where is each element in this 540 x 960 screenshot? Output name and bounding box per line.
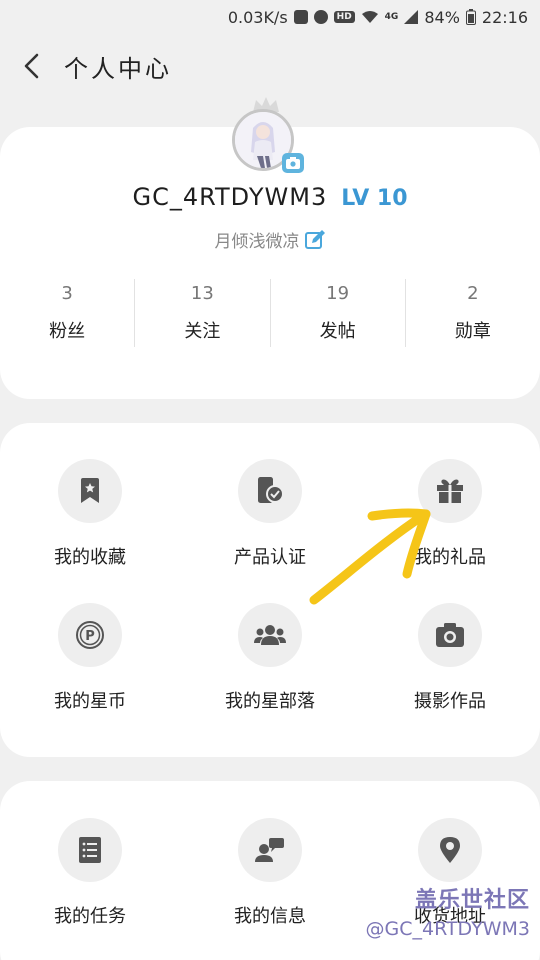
avatar-container[interactable]	[230, 97, 304, 173]
change-avatar-button[interactable]	[282, 153, 304, 173]
chevron-left-icon	[24, 53, 39, 79]
icon-circle	[418, 459, 482, 523]
grid-label: 我的星币	[54, 691, 126, 712]
network-speed: 0.03K/s	[227, 7, 288, 27]
location-pin-icon	[440, 837, 460, 863]
bookmark-icon	[81, 478, 99, 503]
stat-followers[interactable]: 3 粉丝	[0, 279, 136, 347]
stat-medals[interactable]: 2 勋章	[406, 279, 540, 347]
watermark-brand: 盖乐世社区	[414, 888, 530, 913]
grid-label: 我的星部落	[225, 691, 315, 712]
my-star-coins-button[interactable]: P 我的星币	[0, 588, 180, 732]
icon-circle	[418, 818, 482, 882]
grid-label: 我的信息	[234, 906, 306, 927]
grid-label: 我的收藏	[54, 547, 126, 568]
battery-level: 84%	[424, 7, 460, 27]
status-bar: 0.03K/s HD 4G 84% 22:16	[0, 0, 540, 34]
grid-label: 产品认证	[234, 547, 306, 568]
services-grid: 我的收藏 产品认证 我的礼品 P 我的星币 我的星部落 摄影作品	[0, 444, 540, 732]
alarm-icon	[313, 10, 328, 24]
icon-circle	[58, 818, 122, 882]
stat-count: 13	[190, 283, 214, 304]
hd-icon: HD	[333, 11, 355, 23]
data-saver-icon	[293, 10, 308, 24]
my-gifts-button[interactable]: 我的礼品	[360, 444, 540, 588]
icon-circle	[418, 603, 482, 667]
back-button[interactable]	[0, 40, 64, 92]
wifi-icon	[361, 11, 378, 23]
name-row: GC_4RTDYWM3 LV 10	[0, 183, 540, 211]
svg-text:P: P	[85, 629, 95, 644]
icon-circle	[238, 818, 302, 882]
username: GC_4RTDYWM3	[132, 183, 328, 211]
document-icon	[79, 837, 101, 863]
stat-posts[interactable]: 19 发帖	[271, 279, 406, 347]
stat-label: 发帖	[319, 321, 356, 342]
stat-label: 勋章	[454, 321, 491, 342]
battery-icon	[465, 9, 476, 25]
my-star-tribe-button[interactable]: 我的星部落	[180, 588, 360, 732]
watermark-handle: @GC_4RTDYWM3	[365, 918, 530, 940]
signature-text: 月倾浅微凉	[214, 232, 300, 252]
photography-works-button[interactable]: 摄影作品	[360, 588, 540, 732]
group-icon	[254, 625, 286, 645]
signal-icon	[404, 10, 419, 24]
network-type: 4G	[384, 12, 399, 22]
contact-message-icon	[255, 838, 284, 862]
icon-circle	[58, 459, 122, 523]
icon-circle: P	[58, 603, 122, 667]
services-card: 我的收藏 产品认证 我的礼品 P 我的星币 我的星部落 摄影作品	[0, 423, 540, 757]
camera-icon	[286, 157, 300, 169]
icon-circle	[238, 603, 302, 667]
grid-label: 我的礼品	[414, 547, 486, 568]
profile-card: GC_4RTDYWM3 LV 10 月倾浅微凉 3 粉丝 13 关注 19 发帖…	[0, 97, 540, 399]
my-favorites-button[interactable]: 我的收藏	[0, 444, 180, 588]
stats-row: 3 粉丝 13 关注 19 发帖 2 勋章	[0, 279, 540, 347]
camera-icon	[436, 623, 464, 647]
phone-check-icon	[258, 477, 284, 503]
stat-label: 关注	[184, 321, 221, 342]
top-bar: 个人中心	[0, 40, 540, 92]
stat-count: 19	[326, 283, 350, 304]
gift-icon	[437, 479, 463, 503]
stat-count: 2	[467, 283, 479, 304]
my-tasks-button[interactable]: 我的任务	[0, 803, 180, 947]
watermark: 盖乐世社区 @GC_4RTDYWM3	[366, 882, 530, 940]
coin-icon: P	[76, 621, 104, 649]
edit-icon[interactable]	[304, 229, 326, 251]
clock: 22:16	[481, 7, 528, 27]
signature-row[interactable]: 月倾浅微凉	[0, 227, 540, 252]
grid-label: 我的任务	[54, 906, 126, 927]
stat-following[interactable]: 13 关注	[135, 279, 271, 347]
my-messages-button[interactable]: 我的信息	[180, 803, 360, 947]
product-certification-button[interactable]: 产品认证	[180, 444, 360, 588]
grid-label: 摄影作品	[414, 691, 486, 712]
stat-count: 3	[61, 283, 73, 304]
page-title: 个人中心	[64, 54, 172, 83]
stat-label: 粉丝	[49, 321, 86, 342]
icon-circle	[238, 459, 302, 523]
level-badge: LV 10	[341, 186, 408, 211]
